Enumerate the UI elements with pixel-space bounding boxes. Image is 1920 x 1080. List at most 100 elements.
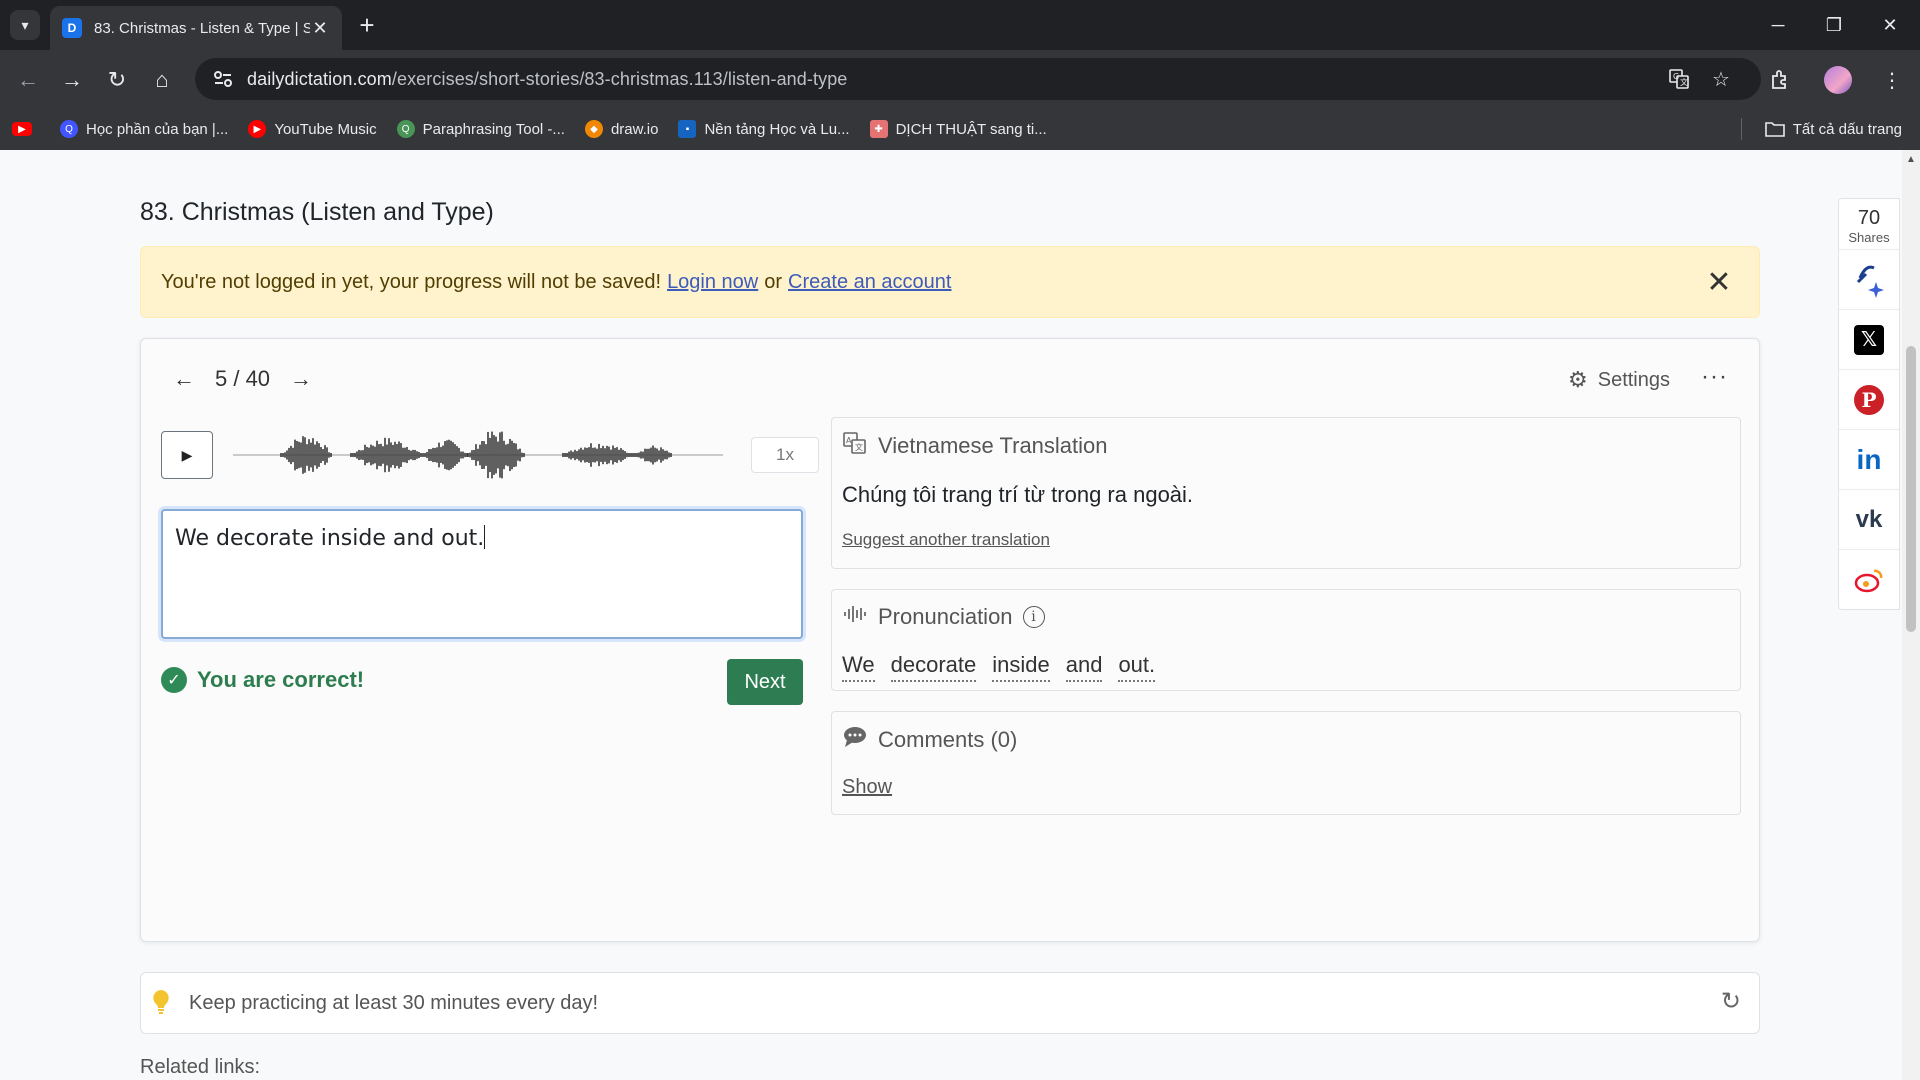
- url-text: dailydictation.com/exercises/short-stori…: [247, 69, 847, 90]
- translate-icon: A文: [842, 432, 868, 460]
- answer-textarea[interactable]: We decorate inside and out.: [161, 509, 803, 639]
- next-sentence-icon[interactable]: →: [286, 366, 316, 392]
- browser-menu-icon[interactable]: ⋮: [1874, 62, 1910, 98]
- share-weibo[interactable]: [1839, 549, 1899, 609]
- youtube-icon: ▶: [12, 122, 32, 136]
- bookmark-label: YouTube Music: [274, 120, 377, 138]
- tip-box: Keep practicing at least 30 minutes ever…: [140, 972, 1760, 1034]
- bookmark-label: Paraphrasing Tool -...: [422, 120, 565, 138]
- result-message: ✓ You are correct!: [161, 667, 364, 693]
- svg-text:G: G: [1673, 72, 1679, 81]
- share-count-label: Shares: [1848, 230, 1890, 245]
- comment-icon: [842, 726, 868, 754]
- audio-player: ▶ 1x: [161, 431, 819, 481]
- bookmark-youtube[interactable]: ▶: [12, 122, 40, 136]
- play-button[interactable]: ▶: [161, 431, 213, 479]
- pronunciation-word[interactable]: decorate: [890, 652, 977, 682]
- share-facebook[interactable]: [1839, 249, 1899, 309]
- pronunciation-word[interactable]: inside: [992, 652, 1050, 682]
- bookmark-label: DỊCH THUẬT sang ti...: [895, 120, 1047, 138]
- alert-close-icon[interactable]: ✕: [1701, 265, 1737, 301]
- share-linkedin[interactable]: in: [1839, 429, 1899, 489]
- suggest-translation-link[interactable]: Suggest another translation: [842, 530, 1050, 550]
- translation-panel: A文 Vietnamese Translation Chúng tôi tran…: [831, 417, 1741, 569]
- result-text: You are correct!: [197, 667, 365, 692]
- share-sidebar: 70 Shares 𝕏 P in vk: [1838, 198, 1900, 610]
- all-bookmarks[interactable]: Tất cả dấu trang: [1764, 108, 1902, 150]
- settings-button[interactable]: ⚙ Settings: [1568, 367, 1670, 393]
- site-info-icon[interactable]: [203, 63, 243, 95]
- tab-bar: ▾ D 83. Christmas - Listen & Type | S ✕ …: [0, 0, 1920, 50]
- active-tab[interactable]: D 83. Christmas - Listen & Type | S ✕: [50, 6, 342, 50]
- pronunciation-word[interactable]: out.: [1118, 652, 1156, 682]
- bookmark-paraphrasing[interactable]: Q Paraphrasing Tool -...: [396, 120, 565, 138]
- translate-page-icon[interactable]: G文: [1663, 63, 1695, 95]
- share-x[interactable]: 𝕏: [1839, 309, 1899, 369]
- window-close-icon[interactable]: ✕: [1862, 0, 1918, 50]
- alert-or-text: or: [764, 270, 783, 293]
- bookmark-learning-platform[interactable]: ▪ Nền tảng Học và Lu...: [678, 120, 850, 138]
- answer-text: We decorate inside and out.: [175, 526, 485, 551]
- forward-icon[interactable]: →: [54, 62, 90, 98]
- translation-heading-text: Vietnamese Translation: [878, 433, 1108, 458]
- extensions-icon[interactable]: [1762, 62, 1798, 98]
- profile-avatar[interactable]: [1820, 62, 1856, 98]
- bookmark-drawio[interactable]: ◆ draw.io: [584, 120, 659, 138]
- pronunciation-word[interactable]: and: [1065, 652, 1103, 682]
- back-icon[interactable]: ←: [10, 62, 46, 98]
- svg-text:文: 文: [1680, 77, 1688, 87]
- quizlet-icon: Q: [60, 120, 78, 138]
- tab-search-icon[interactable]: ▾: [10, 10, 40, 40]
- vk-icon: vk: [1855, 505, 1883, 533]
- bookmark-youtube-music[interactable]: ▶ YouTube Music: [248, 120, 377, 138]
- bookmark-label: draw.io: [610, 120, 659, 138]
- share-pinterest[interactable]: P: [1839, 369, 1899, 429]
- tip-text: Keep practicing at least 30 minutes ever…: [189, 991, 599, 1014]
- show-comments-link[interactable]: Show: [842, 776, 892, 799]
- more-options-icon[interactable]: ···: [1701, 363, 1728, 391]
- sentence-counter: 5 / 40: [215, 366, 271, 391]
- refresh-tip-icon[interactable]: ↻: [1721, 987, 1741, 1016]
- home-icon[interactable]: ⌂: [144, 62, 180, 98]
- bookmark-star-icon[interactable]: ☆: [1705, 63, 1737, 95]
- drawio-icon: ◆: [584, 120, 603, 138]
- reload-icon[interactable]: ↻: [99, 62, 135, 98]
- playback-speed-button[interactable]: 1x: [751, 437, 819, 473]
- settings-label: Settings: [1597, 368, 1670, 391]
- scrollbar-thumb[interactable]: [1906, 346, 1916, 632]
- minimize-icon[interactable]: ─: [1750, 0, 1806, 50]
- x-icon: 𝕏: [1854, 324, 1884, 355]
- alert-message: You're not logged in yet, your progress …: [161, 270, 662, 293]
- info-icon[interactable]: i: [1022, 606, 1045, 628]
- bookmark-label: Học phần của bạn |...: [86, 120, 229, 138]
- page-content: 83. Christmas (Listen and Type) You're n…: [0, 150, 1902, 1080]
- bookmark-quizlet[interactable]: Q Học phần của bạn |...: [60, 120, 228, 138]
- create-account-link[interactable]: Create an account: [788, 271, 951, 294]
- login-link[interactable]: Login now: [667, 271, 758, 294]
- pronunciation-heading-text: Pronunciation: [878, 604, 1013, 629]
- page-scrollbar[interactable]: ▲: [1902, 150, 1920, 1080]
- bookmark-translate-site[interactable]: ✚ DỊCH THUẬT sang ti...: [869, 120, 1047, 138]
- bookmark-label: Nền tảng Học và Lu...: [704, 120, 850, 138]
- new-tab-icon[interactable]: +: [352, 10, 382, 40]
- text-caret: [484, 525, 486, 549]
- sentence-navigation: ← 5 / 40 →: [169, 363, 316, 395]
- restore-icon[interactable]: ❐: [1806, 0, 1862, 50]
- tab-close-icon[interactable]: ✕: [310, 18, 330, 39]
- prev-sentence-icon[interactable]: ←: [169, 366, 199, 392]
- pronunciation-words: We decorate inside and out.: [842, 652, 1171, 682]
- bookmarks-bar: ▶ Q Học phần của bạn |... ▶ YouTube Musi…: [0, 108, 1920, 150]
- comments-panel: Comments (0) Show: [831, 711, 1741, 815]
- share-vk[interactable]: vk: [1839, 489, 1899, 549]
- svg-text:文: 文: [855, 442, 863, 452]
- next-button[interactable]: Next: [727, 659, 803, 705]
- translation-text: Chúng tôi trang trí từ trong ra ngoài.: [842, 482, 1194, 507]
- pronunciation-word[interactable]: We: [842, 652, 875, 682]
- play-icon: ▶: [181, 446, 193, 463]
- exercise-card: ← 5 / 40 → ⚙ Settings ··· ▶ 1x We decora…: [140, 338, 1760, 942]
- address-bar[interactable]: dailydictation.com/exercises/short-stori…: [195, 58, 1761, 100]
- bookmarks-divider: [1741, 118, 1742, 140]
- page-title: 83. Christmas (Listen and Type): [140, 198, 494, 226]
- scroll-up-icon[interactable]: ▲: [1906, 154, 1916, 165]
- audio-waveform[interactable]: [233, 425, 723, 485]
